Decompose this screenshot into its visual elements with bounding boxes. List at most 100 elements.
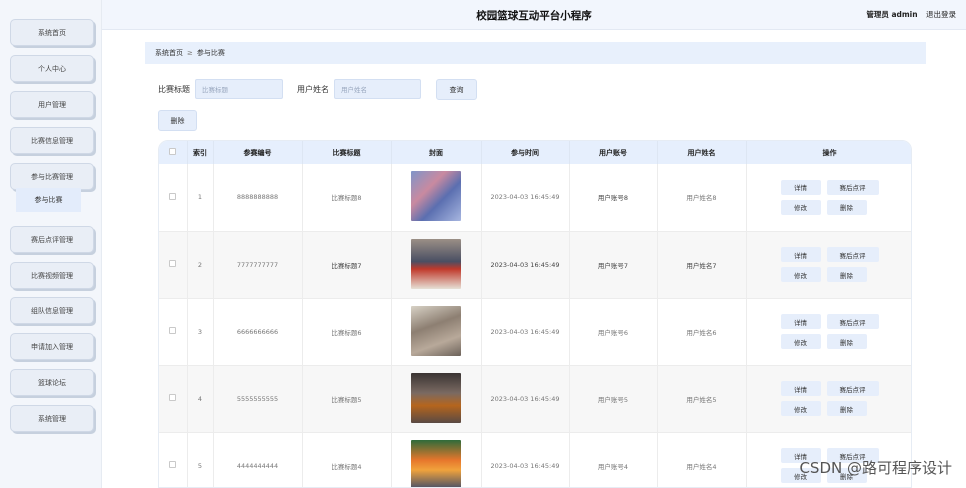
user-area: 管理员 admin 退出登录 <box>866 9 956 20</box>
detail-button[interactable]: 详情 <box>780 314 821 329</box>
row-checkbox[interactable] <box>169 461 177 468</box>
row-account: 用户账号7 <box>569 231 658 299</box>
row-checkbox[interactable] <box>169 192 177 200</box>
edit-button[interactable]: 修改 <box>780 401 821 416</box>
row-time: 2023-04-03 16:45:49 <box>481 432 570 487</box>
sidebar-item-matches[interactable]: 比赛信息管理 <box>10 127 94 154</box>
app-title: 校园篮球互动平台小程序 <box>476 10 592 22</box>
col-actions: 操作 <box>746 141 911 164</box>
edit-button[interactable]: 修改 <box>780 199 821 215</box>
table-row: 4 5555555555 比赛标题5 2023-04-03 16:45:49 用… <box>159 365 912 433</box>
delete-button[interactable]: 删除 <box>826 334 867 349</box>
top-bar: 校园篮球互动平台小程序 管理员 admin 退出登录 <box>102 0 966 30</box>
cover-image <box>411 171 461 222</box>
row-number: 8888888888 <box>213 164 303 232</box>
match-title-label: 比赛标题 <box>158 85 190 94</box>
row-title: 比赛标题6 <box>302 298 392 366</box>
sidebar-item-reviews[interactable]: 赛后点评管理 <box>10 226 94 253</box>
detail-button[interactable]: 详情 <box>780 247 821 262</box>
review-button[interactable]: 赛后点评 <box>826 179 879 195</box>
row-title: 比赛标题8 <box>302 164 392 232</box>
row-name: 用户姓名5 <box>657 365 747 433</box>
user-name-input[interactable]: 用户姓名 <box>334 79 421 99</box>
user-name-label: 用户姓名 <box>297 85 329 94</box>
sidebar-item-profile[interactable]: 个人中心 <box>10 55 94 82</box>
table-header-row: 索引 参赛编号 比赛标题 封面 参与时间 用户账号 用户姓名 操作 <box>159 141 911 164</box>
table-row: 1 8888888888 比赛标题8 2023-04-03 16:45:49 用… <box>159 164 912 232</box>
col-title: 比赛标题 <box>302 141 392 164</box>
row-index: 5 <box>187 432 214 487</box>
row-number: 6666666666 <box>213 298 303 366</box>
batch-delete-button[interactable]: 删除 <box>158 110 197 131</box>
detail-button[interactable]: 详情 <box>780 179 821 195</box>
sidebar-item-teams[interactable]: 组队信息管理 <box>10 297 94 324</box>
row-name: 用户姓名4 <box>657 432 747 487</box>
delete-button[interactable]: 删除 <box>826 199 867 215</box>
col-cover: 封面 <box>391 141 482 164</box>
row-time: 2023-04-03 16:45:49 <box>481 365 570 433</box>
sidebar-item-system[interactable]: 系统管理 <box>10 405 94 432</box>
row-title: 比赛标题5 <box>302 365 392 433</box>
review-button[interactable]: 赛后点评 <box>826 314 879 329</box>
cover-image <box>411 439 461 487</box>
query-button[interactable]: 查询 <box>436 79 477 100</box>
row-index: 1 <box>187 164 214 232</box>
sidebar-item-forum[interactable]: 篮球论坛 <box>10 369 94 396</box>
breadcrumb: 系统首页 ≥ 参与比赛 <box>145 42 926 64</box>
row-account: 用户账号6 <box>569 298 658 366</box>
col-number: 参赛编号 <box>213 141 303 164</box>
row-index: 3 <box>187 298 214 366</box>
review-button[interactable]: 赛后点评 <box>826 247 879 262</box>
row-account: 用户账号5 <box>569 365 658 433</box>
row-index: 2 <box>187 231 214 299</box>
row-index: 4 <box>187 365 214 433</box>
breadcrumb-home[interactable]: 系统首页 <box>155 48 183 58</box>
breadcrumb-separator: ≥ <box>187 49 193 57</box>
cover-image <box>411 238 461 289</box>
admin-label: 管理员 admin <box>866 10 918 19</box>
row-title: 比赛标题7 <box>302 231 392 299</box>
sidebar-subitem-participate[interactable]: 参与比赛 <box>16 188 81 212</box>
row-checkbox[interactable] <box>169 260 177 267</box>
row-time: 2023-04-03 16:45:49 <box>481 164 570 232</box>
edit-button[interactable]: 修改 <box>780 267 821 282</box>
match-title-input[interactable]: 比赛标题 <box>195 79 283 99</box>
logout-link[interactable]: 退出登录 <box>926 10 956 19</box>
edit-button[interactable]: 修改 <box>780 334 821 349</box>
row-name: 用户姓名7 <box>657 231 747 299</box>
delete-button[interactable]: 删除 <box>826 401 867 416</box>
select-all-checkbox[interactable] <box>169 148 177 155</box>
table-row: 3 6666666666 比赛标题6 2023-04-03 16:45:49 用… <box>159 298 912 366</box>
row-actions: 详情 赛后点评 修改 删除 <box>747 247 912 282</box>
row-actions: 详情 赛后点评 修改 删除 <box>747 314 912 349</box>
row-actions: 详情 赛后点评 修改 删除 <box>747 179 912 215</box>
detail-button[interactable]: 详情 <box>780 381 821 396</box>
watermark: CSDN @路可程序设计 <box>799 459 952 477</box>
row-number: 5555555555 <box>213 365 303 433</box>
row-checkbox[interactable] <box>169 327 177 334</box>
row-time: 2023-04-03 16:45:49 <box>481 298 570 366</box>
row-number: 7777777777 <box>213 231 303 299</box>
select-all-cell[interactable] <box>159 141 188 164</box>
sidebar-item-videos[interactable]: 比赛视频管理 <box>10 262 94 289</box>
col-account: 用户账号 <box>569 141 658 164</box>
row-name: 用户姓名8 <box>657 164 747 232</box>
row-actions: 详情 赛后点评 修改 删除 <box>747 381 912 416</box>
cover-image <box>411 305 461 356</box>
table-row: 2 7777777777 比赛标题7 2023-04-03 16:45:49 用… <box>159 231 912 299</box>
col-time: 参与时间 <box>481 141 570 164</box>
review-button[interactable]: 赛后点评 <box>826 381 879 396</box>
sidebar-item-participate[interactable]: 参与比赛管理 <box>10 163 94 190</box>
sidebar-item-applications[interactable]: 申请加入管理 <box>10 333 94 360</box>
row-name: 用户姓名6 <box>657 298 747 366</box>
cover-image <box>411 372 461 423</box>
sidebar-item-users[interactable]: 用户管理 <box>10 91 94 118</box>
col-index: 索引 <box>187 141 214 164</box>
col-name: 用户姓名 <box>657 141 747 164</box>
sidebar-item-home[interactable]: 系统首页 <box>10 19 94 46</box>
row-checkbox[interactable] <box>169 394 177 401</box>
row-account: 用户账号8 <box>569 164 658 232</box>
delete-button[interactable]: 删除 <box>826 267 867 282</box>
row-number: 4444444444 <box>213 432 303 487</box>
row-account: 用户账号4 <box>569 432 658 487</box>
